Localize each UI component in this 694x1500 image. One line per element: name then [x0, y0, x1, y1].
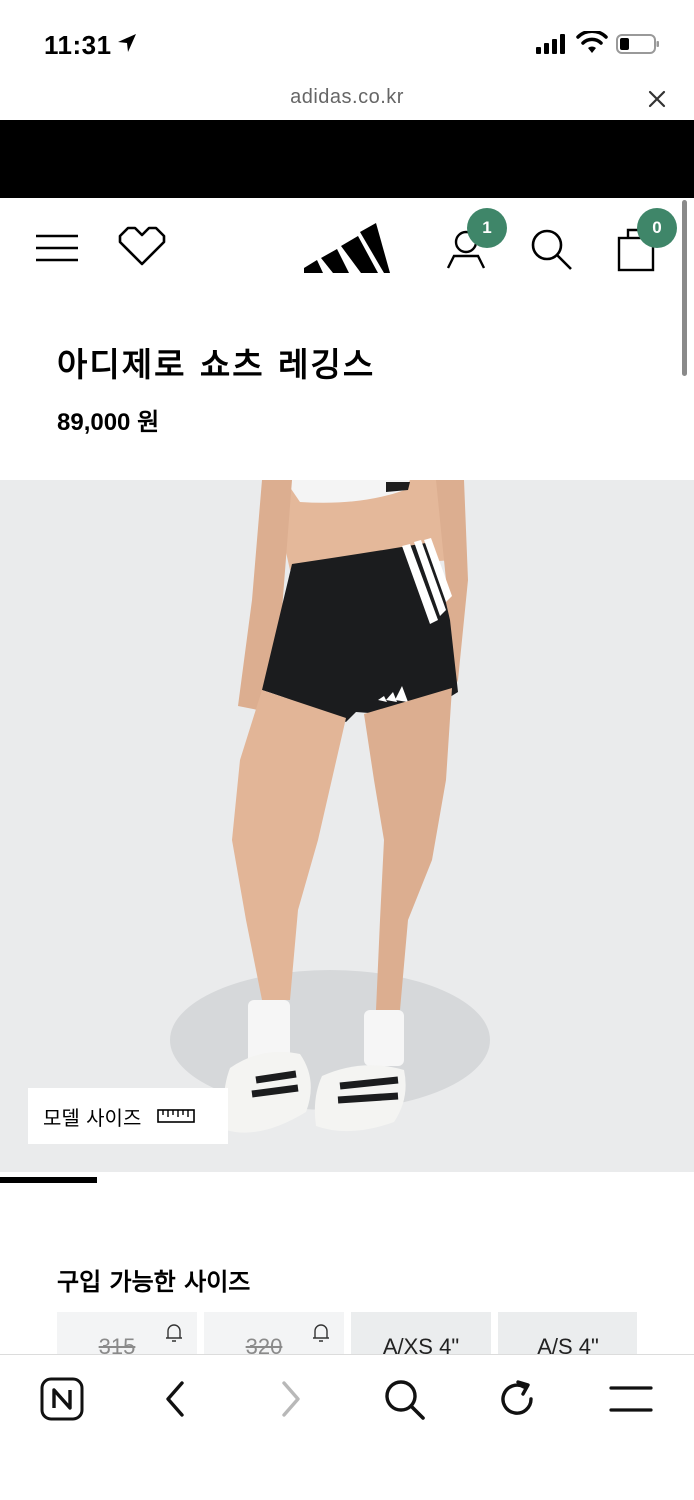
reload-icon[interactable]: [496, 1377, 538, 1421]
product-title: 아디제로 쇼츠 레깅스: [57, 345, 376, 384]
product-price: 89,000 원: [57, 409, 160, 436]
location-arrow-icon: [118, 34, 136, 52]
bell-icon[interactable]: [163, 1322, 185, 1344]
search-icon[interactable]: [382, 1377, 426, 1421]
search-icon[interactable]: [528, 226, 574, 272]
wifi-icon: [576, 31, 608, 53]
status-bar: 11:31: [0, 0, 694, 84]
size-label: A/XS 4": [382, 1334, 460, 1354]
cellular-signal-icon: [536, 34, 565, 54]
promo-banner[interactable]: [0, 120, 694, 198]
available-sizes-title: 구입 가능한 사이즈: [57, 1268, 251, 1296]
status-time: 11:31: [44, 30, 112, 60]
site-header: 1 0: [0, 198, 694, 298]
size-option-a-s-4[interactable]: A/S 4": [498, 1312, 637, 1354]
cart-badge[interactable]: 0: [637, 208, 677, 248]
url-text[interactable]: adidas.co.kr: [0, 86, 694, 109]
model-size-label: 모델 사이즈: [43, 1105, 142, 1130]
heart-icon[interactable]: [116, 224, 168, 268]
menu-icon[interactable]: [608, 1383, 654, 1415]
browser-toolbar: [0, 1354, 694, 1500]
forward-icon[interactable]: [276, 1379, 306, 1419]
ruler-icon: [157, 1109, 196, 1123]
size-selector: 315 320 A/XS 4" A/S 4": [57, 1312, 637, 1354]
battery-icon: [616, 34, 659, 54]
size-option-315[interactable]: 315: [57, 1312, 197, 1354]
carousel-progress: [0, 1177, 694, 1183]
adidas-logo[interactable]: [300, 218, 392, 278]
page-scrollbar[interactable]: [682, 200, 687, 376]
product-image: [170, 480, 490, 1133]
size-label: A/S 4": [537, 1334, 599, 1354]
naver-icon[interactable]: [40, 1377, 84, 1421]
model-size-button[interactable]: 모델 사이즈: [28, 1088, 228, 1144]
size-option-a-xs-4[interactable]: A/XS 4": [351, 1312, 491, 1354]
browser-url-bar[interactable]: adidas.co.kr: [0, 84, 694, 120]
bell-icon[interactable]: [310, 1322, 332, 1344]
back-icon[interactable]: [160, 1379, 190, 1419]
close-icon[interactable]: [646, 88, 668, 110]
menu-icon[interactable]: [34, 232, 80, 264]
carousel-indicator: [0, 1177, 98, 1183]
size-option-320[interactable]: 320: [204, 1312, 344, 1354]
product-image-carousel[interactable]: 모델 사이즈: [0, 480, 694, 1172]
account-badge[interactable]: 1: [467, 208, 507, 248]
